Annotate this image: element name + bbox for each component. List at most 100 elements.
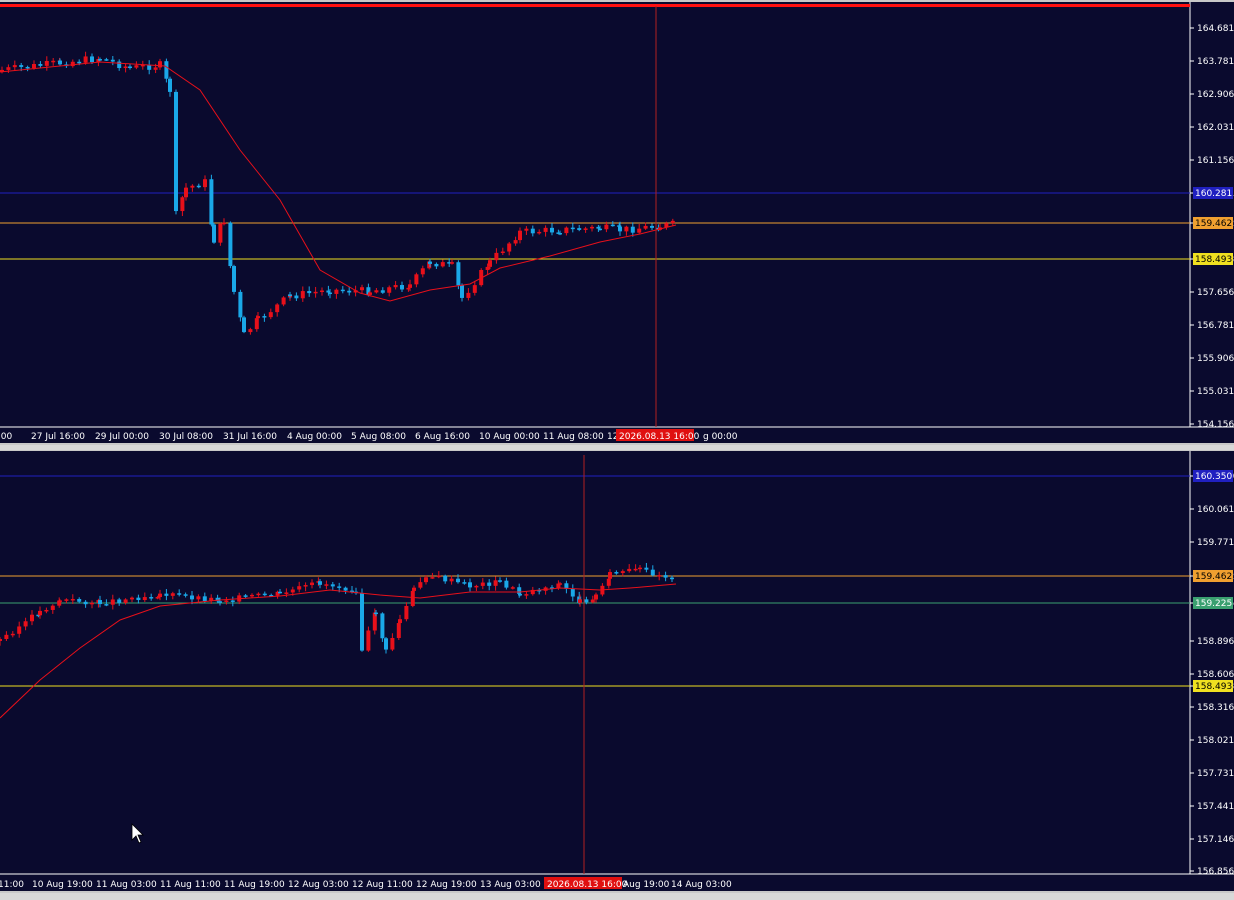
candle-body [494,252,499,261]
candle-body [147,64,152,70]
candle-body [657,575,662,577]
candle-body [110,599,115,605]
candle-body [643,225,648,229]
candle-body [222,222,226,225]
time-tick-label: 14 Aug 03:00 [671,880,732,890]
time-tick-label: 30 Jul 08:00 [159,432,213,442]
candle-body [617,225,622,227]
price-tick-label: 158.021 [1197,736,1234,746]
candle-body [410,590,415,606]
candle-body [158,593,162,598]
candle-body [248,329,253,333]
candle-body [620,571,625,574]
candle-body [155,597,160,599]
candle-body [380,613,385,639]
candle-body [584,599,589,603]
candle-body [268,312,273,318]
candle-body [238,291,243,318]
time-tick-label: 8:00 [0,432,12,442]
candle-body [320,290,324,293]
time-tick-label: 12 Aug 03:00 [288,880,349,890]
price-tick-label: 163.781 [1197,57,1234,67]
candle-body [380,290,385,293]
candle-body [153,67,158,70]
candle-body [230,600,235,602]
candle-body [436,575,441,578]
candle-body [614,572,619,574]
price-tick-label: 164.681 [1197,24,1234,34]
candle-body [334,289,339,294]
candle-body [6,67,11,70]
candle-body [343,587,348,591]
candle-body [398,619,402,624]
candle-body [104,59,109,61]
top-red-line [0,4,1190,7]
candle-body [142,597,147,601]
candle-body [117,61,122,69]
candle-body [83,56,88,63]
candle-body [424,577,428,583]
candle-body [493,580,498,586]
candle-body [170,593,175,596]
candle-body [517,587,522,594]
candle-body [347,290,352,293]
candle-body [500,251,505,254]
candle-body [307,291,312,294]
time-tick-label: 10 Aug 00:00 [479,432,540,442]
time-tick-label: 11 Aug 19:00 [224,880,285,890]
candle-body [64,599,69,601]
candle-body [128,66,132,68]
candle-body [232,266,236,292]
candle-body [630,226,635,233]
candle-body [408,284,412,288]
candle-body [583,228,588,230]
price-tick-label: 156.856 [1197,867,1234,877]
candle-body [530,228,535,234]
time-tick-label: 11:00 [0,880,24,890]
candle-body [518,593,522,596]
panel-separator[interactable] [0,445,1234,450]
candle-body [104,604,109,606]
candle-body [443,575,448,582]
candle-body [77,598,82,602]
sub-chart-panel[interactable]: 160.350 160.061 159.771 159.462 159.225 158.8… [0,451,1234,891]
candle-body [558,232,562,235]
price-tick-label: 158.896 [1197,637,1234,647]
candle-body [670,577,674,580]
price-tick-label: 158.606 [1197,670,1234,680]
candle-body [180,197,185,212]
candle-body [578,599,582,603]
candle-body [58,600,62,602]
candle-body [58,60,62,65]
candle-body [430,577,435,579]
chart-background [0,451,1234,891]
candle-body [650,225,654,228]
candle-body [644,567,649,570]
candle-body [242,317,246,333]
time-tick-label: 4 Aug 00:00 [287,432,342,442]
candle-body [123,66,128,69]
orange-price-tag-label: 159.462 [1195,219,1232,229]
bottom-separator [0,893,1234,900]
orange-price-tag-label: 159.462 [1195,572,1232,582]
price-tick-label: 160.061 [1197,505,1234,515]
candle-body [384,638,388,650]
candle-body [19,65,24,67]
candle-body [130,597,134,600]
candle-body [243,595,248,597]
candle-body [663,575,668,578]
candle-body [149,597,154,599]
candle-body [604,224,609,230]
crosshair-time-label: 2026.08.13 16:00 [547,880,628,890]
candle-body [23,621,28,627]
candle-body [498,580,502,582]
main-chart-panel[interactable]: 164.681 163.781 162.906 162.031 161.156 160.2… [0,2,1234,443]
candle-body [224,600,229,602]
price-tick-label: 155.906 [1197,354,1234,364]
candle-body [212,224,216,243]
candle-body [290,589,295,593]
blue-price-tag-label: 160.350 [1195,472,1232,482]
candle-body [449,578,454,582]
candle-body [51,60,56,63]
candle-body [12,65,17,68]
